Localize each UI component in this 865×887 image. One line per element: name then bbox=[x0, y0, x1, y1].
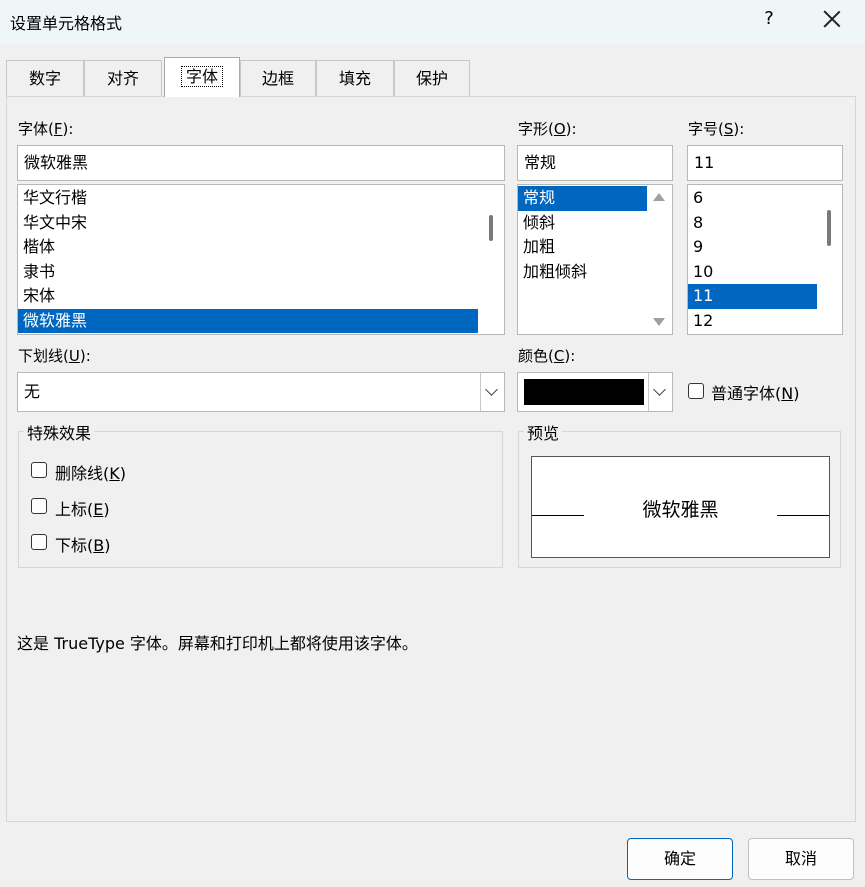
underline-dropdown[interactable]: 无 bbox=[17, 372, 505, 412]
style-label: 字形(O): bbox=[518, 120, 577, 138]
tab-label: 保护 bbox=[415, 69, 448, 88]
tab-border[interactable]: 边框 bbox=[240, 60, 316, 96]
tab-number[interactable]: 数字 bbox=[6, 60, 84, 96]
color-label: 颜色(C): bbox=[518, 347, 576, 365]
title-bar: 设置单元格格式 ? bbox=[0, 0, 865, 44]
effects-title: 特殊效果 bbox=[24, 420, 95, 444]
color-swatch bbox=[524, 379, 644, 405]
tab-alignment[interactable]: 对齐 bbox=[84, 60, 162, 96]
list-item[interactable]: 楷体 bbox=[18, 235, 478, 260]
preview-box: 微软雅黑 bbox=[531, 456, 830, 558]
list-item[interactable]: 10 bbox=[688, 260, 817, 285]
chevron-down-icon bbox=[653, 383, 666, 396]
normal-font-checkbox[interactable] bbox=[688, 383, 704, 399]
tab-font[interactable]: 字体 bbox=[164, 57, 240, 97]
subscript-label: 下标(B) bbox=[55, 536, 111, 555]
list-item[interactable]: 华文行楷 bbox=[18, 186, 478, 211]
scroll-thumb[interactable] bbox=[827, 210, 831, 246]
list-item[interactable]: 9 bbox=[688, 235, 817, 260]
strikethrough-label: 删除线(K) bbox=[55, 464, 126, 483]
list-item[interactable]: 加粗倾斜 bbox=[518, 260, 647, 285]
strikethrough-checkbox[interactable] bbox=[31, 462, 47, 478]
dropdown-button[interactable] bbox=[480, 373, 504, 411]
dialog-title: 设置单元格格式 bbox=[10, 14, 123, 33]
subscript-checkbox[interactable] bbox=[31, 534, 47, 550]
dropdown-button[interactable] bbox=[648, 373, 672, 411]
help-button[interactable]: ? bbox=[760, 8, 778, 29]
font-list-scrollbar[interactable] bbox=[478, 185, 504, 334]
color-dropdown[interactable] bbox=[517, 372, 673, 412]
cancel-button[interactable]: 取消 bbox=[748, 838, 854, 880]
tab-label: 数字 bbox=[28, 69, 61, 88]
list-item[interactable]: 隶书 bbox=[18, 260, 478, 285]
list-item-selected[interactable]: 微软雅黑 bbox=[18, 308, 478, 333]
font-input[interactable]: 微软雅黑 bbox=[17, 145, 505, 181]
font-list[interactable]: 华文行楷 华文中宋 楷体 隶书 宋体 微软雅黑 bbox=[17, 184, 505, 335]
style-list[interactable]: 常规 倾斜 加粗 加粗倾斜 bbox=[517, 184, 673, 335]
size-input[interactable]: 11 bbox=[687, 145, 843, 181]
superscript-checkbox[interactable] bbox=[31, 498, 47, 514]
scroll-thumb[interactable] bbox=[489, 215, 493, 241]
list-item[interactable]: 6 bbox=[688, 186, 817, 211]
tab-label: 对齐 bbox=[106, 69, 139, 88]
tab-label: 字体 bbox=[180, 66, 224, 87]
tab-label: 边框 bbox=[261, 69, 294, 88]
format-cells-dialog: 设置单元格格式 ? 数字 对齐 字体 边框 填充 保护 字体(F): 微软雅黑 … bbox=[0, 0, 865, 887]
close-icon[interactable] bbox=[820, 6, 844, 32]
font-label: 字体(F): bbox=[18, 120, 74, 138]
superscript-label: 上标(E) bbox=[55, 500, 110, 519]
style-list-scrollbar[interactable] bbox=[646, 185, 672, 334]
tab-fill[interactable]: 填充 bbox=[316, 60, 394, 96]
list-item[interactable]: 12 bbox=[688, 309, 817, 334]
normal-font-label: 普通字体(N) bbox=[711, 384, 800, 403]
chevron-down-icon bbox=[485, 383, 498, 396]
scroll-down-arrow-icon[interactable] bbox=[653, 318, 665, 326]
ok-button[interactable]: 确定 bbox=[627, 838, 733, 880]
preview-text: 微软雅黑 bbox=[642, 499, 719, 521]
list-item[interactable]: 8 bbox=[688, 211, 817, 236]
list-item[interactable]: 宋体 bbox=[18, 284, 478, 309]
list-item-selected[interactable]: 常规 bbox=[518, 186, 647, 211]
size-list[interactable]: 6 8 9 10 11 12 bbox=[687, 184, 843, 335]
tab-label: 填充 bbox=[338, 69, 371, 88]
list-item[interactable]: 倾斜 bbox=[518, 211, 647, 236]
underline-label: 下划线(U): bbox=[18, 347, 91, 365]
underline-value: 无 bbox=[24, 382, 41, 401]
tab-protection[interactable]: 保护 bbox=[394, 60, 470, 96]
style-input[interactable]: 常规 bbox=[517, 145, 673, 181]
list-item[interactable]: 华文中宋 bbox=[18, 211, 478, 236]
list-item[interactable]: 加粗 bbox=[518, 235, 647, 260]
font-info-note: 这是 TrueType 字体。屏幕和打印机上都将使用该字体。 bbox=[17, 634, 418, 653]
size-list-scrollbar[interactable] bbox=[816, 185, 842, 334]
preview-title: 预览 bbox=[524, 420, 563, 444]
size-label: 字号(S): bbox=[688, 120, 745, 138]
scroll-up-arrow-icon[interactable] bbox=[653, 193, 665, 201]
list-item-selected[interactable]: 11 bbox=[688, 284, 817, 309]
